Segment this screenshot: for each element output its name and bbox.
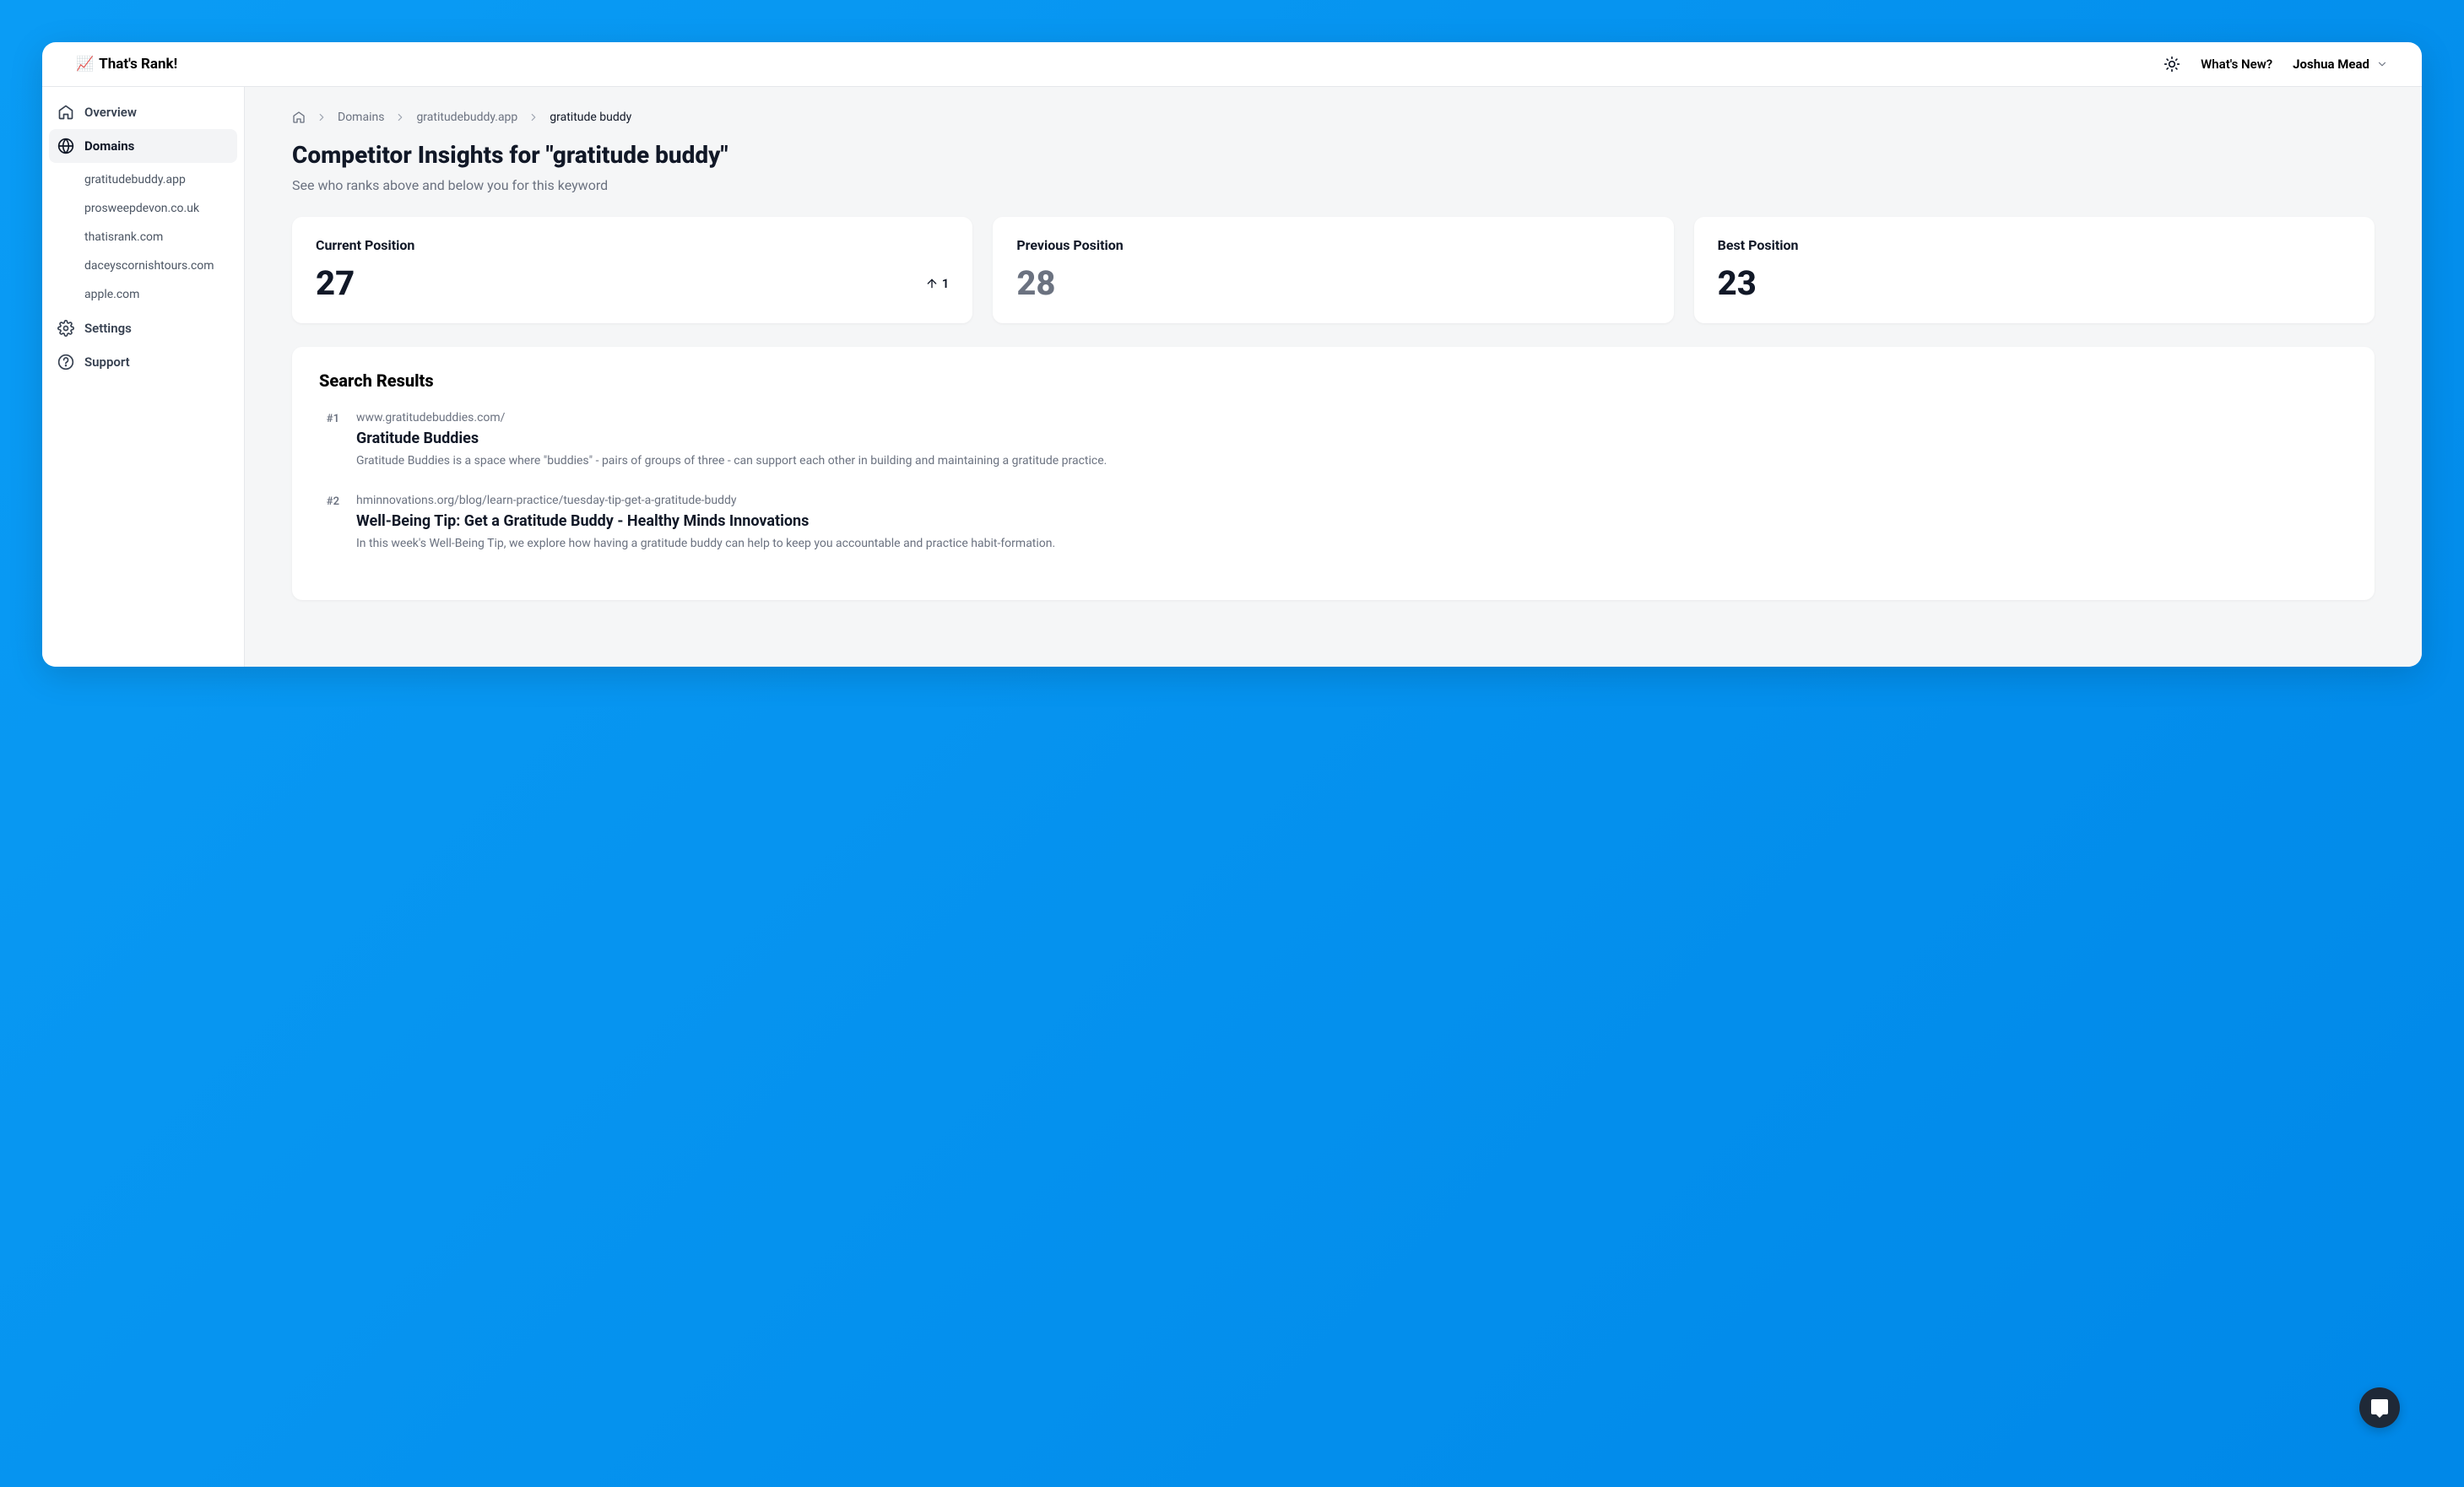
result-url[interactable]: www.gratitudebuddies.com/ <box>356 411 2348 424</box>
content: Domains gratitudebuddy.app gratitude bud… <box>245 87 2422 667</box>
result-description: In this week's Well-Being Tip, we explor… <box>356 535 2348 553</box>
stat-value: 27 <box>316 263 355 303</box>
stat-card-previous: Previous Position 28 <box>993 217 1673 323</box>
sidebar-item-support[interactable]: Support <box>49 345 237 379</box>
stat-card-current: Current Position 27 1 <box>292 217 972 323</box>
chat-icon <box>2369 1398 2390 1418</box>
brand-name: That's Rank! <box>99 56 177 73</box>
sidebar-item-label: Support <box>84 354 130 370</box>
result-item: #1 www.gratitudebuddies.com/ Gratitude B… <box>319 411 2348 470</box>
sidebar-domain-item[interactable]: gratitudebuddy.app <box>84 166 237 193</box>
breadcrumb: Domains gratitudebuddy.app gratitude bud… <box>292 111 2375 124</box>
sidebar-item-label: Domains <box>84 138 134 154</box>
delta-value: 1 <box>942 276 950 291</box>
breadcrumb-domain[interactable]: gratitudebuddy.app <box>416 111 517 124</box>
brand[interactable]: 📈 That's Rank! <box>76 56 177 73</box>
result-item: #2 hminnovations.org/blog/learn-practice… <box>319 494 2348 553</box>
sidebar-domains-list: gratitudebuddy.app prosweepdevon.co.uk t… <box>49 166 237 308</box>
sidebar-item-label: Settings <box>84 321 132 336</box>
result-rank: #1 <box>319 411 339 470</box>
breadcrumb-home[interactable] <box>292 111 306 124</box>
breadcrumb-domains[interactable]: Domains <box>338 111 384 124</box>
help-icon <box>57 354 74 370</box>
sidebar-domain-item[interactable]: prosweepdevon.co.uk <box>84 195 237 222</box>
sidebar-domain-item[interactable]: apple.com <box>84 281 237 308</box>
home-icon <box>292 111 306 124</box>
stat-label: Current Position <box>316 237 949 253</box>
result-url[interactable]: hminnovations.org/blog/learn-practice/tu… <box>356 494 2348 507</box>
sidebar: Overview Domains gratitudebuddy.app pros… <box>42 87 245 667</box>
results-title: Search Results <box>319 370 2348 391</box>
search-results-card: Search Results #1 www.gratitudebuddies.c… <box>292 347 2375 600</box>
page-title: Competitor Insights for "gratitude buddy… <box>292 141 2375 169</box>
chevron-down-icon <box>2376 58 2388 70</box>
arrow-up-icon <box>925 277 939 290</box>
sidebar-item-settings[interactable]: Settings <box>49 311 237 345</box>
result-title[interactable]: Gratitude Buddies <box>356 430 2348 447</box>
gear-icon <box>57 320 74 337</box>
chevron-right-icon <box>394 111 406 123</box>
sidebar-item-overview[interactable]: Overview <box>49 95 237 129</box>
sun-icon <box>2163 56 2180 73</box>
stat-card-best: Best Position 23 <box>1694 217 2375 323</box>
sidebar-item-label: Overview <box>84 105 137 120</box>
sidebar-domain-item[interactable]: thatisrank.com <box>84 224 237 251</box>
stat-value: 23 <box>1718 263 2351 303</box>
stat-value: 28 <box>1016 263 1649 303</box>
result-description: Gratitude Buddies is a space where "budd… <box>356 452 2348 470</box>
breadcrumb-keyword: gratitude buddy <box>550 111 631 124</box>
globe-icon <box>57 138 74 154</box>
app-window: 📈 That's Rank! What's New? Joshua Mead O… <box>42 42 2422 667</box>
chat-widget-button[interactable] <box>2359 1387 2400 1428</box>
user-name: Joshua Mead <box>2293 57 2369 72</box>
sidebar-domain-item[interactable]: daceyscornishtours.com <box>84 252 237 279</box>
home-icon <box>57 104 74 121</box>
user-menu[interactable]: Joshua Mead <box>2293 57 2388 72</box>
stat-label: Best Position <box>1718 237 2351 253</box>
theme-toggle-button[interactable] <box>2163 56 2180 73</box>
result-title[interactable]: Well-Being Tip: Get a Gratitude Buddy - … <box>356 512 2348 530</box>
result-rank: #2 <box>319 494 339 553</box>
sidebar-item-domains[interactable]: Domains <box>49 129 237 163</box>
stats-row: Current Position 27 1 Previous Position … <box>292 217 2375 323</box>
chevron-right-icon <box>316 111 328 123</box>
page-subtitle: See who ranks above and below you for th… <box>292 177 2375 193</box>
whats-new-link[interactable]: What's New? <box>2201 57 2272 72</box>
brand-emoji: 📈 <box>76 56 94 73</box>
body: Overview Domains gratitudebuddy.app pros… <box>42 87 2422 667</box>
topbar: 📈 That's Rank! What's New? Joshua Mead <box>42 42 2422 87</box>
stat-label: Previous Position <box>1016 237 1649 253</box>
chevron-right-icon <box>528 111 539 123</box>
topbar-right: What's New? Joshua Mead <box>2163 56 2388 73</box>
position-delta: 1 <box>925 276 950 291</box>
